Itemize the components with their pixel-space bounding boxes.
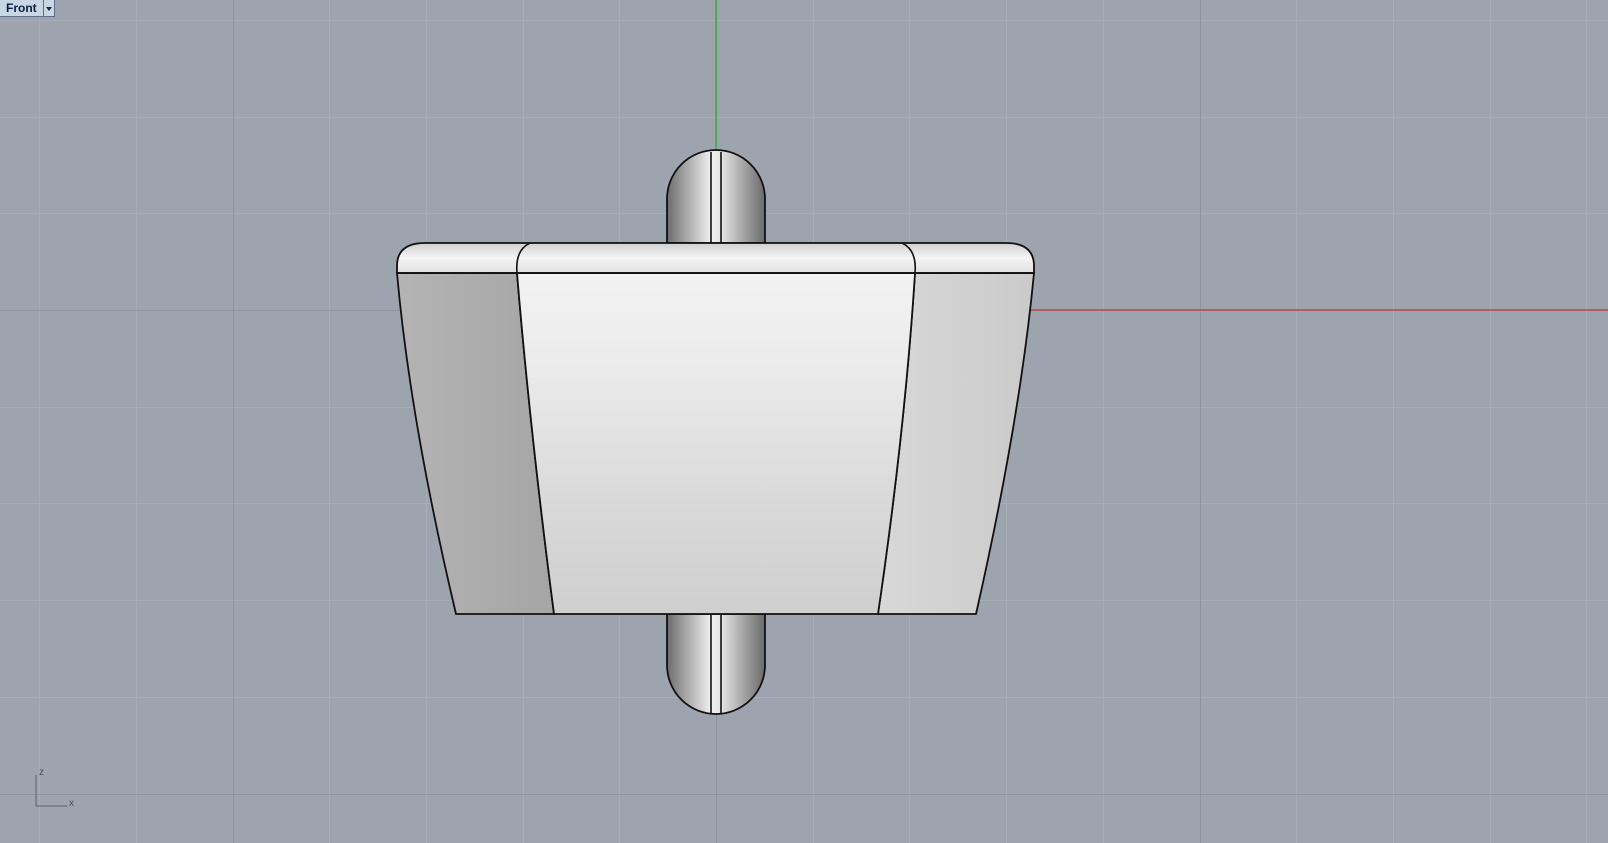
viewport-canvas[interactable]: [0, 0, 1608, 843]
viewport-menu-dropdown-icon[interactable]: [43, 0, 55, 17]
front-face[interactable]: [516, 272, 916, 615]
gizmo-z-label: z: [39, 767, 44, 778]
model-object[interactable]: [396, 149, 1035, 715]
bottom-peg[interactable]: [666, 613, 766, 715]
top-band[interactable]: [396, 242, 1035, 274]
viewport-name[interactable]: Front: [0, 0, 44, 17]
axis-gizmo: [35, 775, 67, 807]
viewport-front[interactable]: z x Front: [0, 0, 1608, 843]
top-peg[interactable]: [666, 149, 766, 244]
gizmo-x-label: x: [69, 798, 74, 809]
viewport-title-tab[interactable]: Front: [0, 0, 55, 17]
